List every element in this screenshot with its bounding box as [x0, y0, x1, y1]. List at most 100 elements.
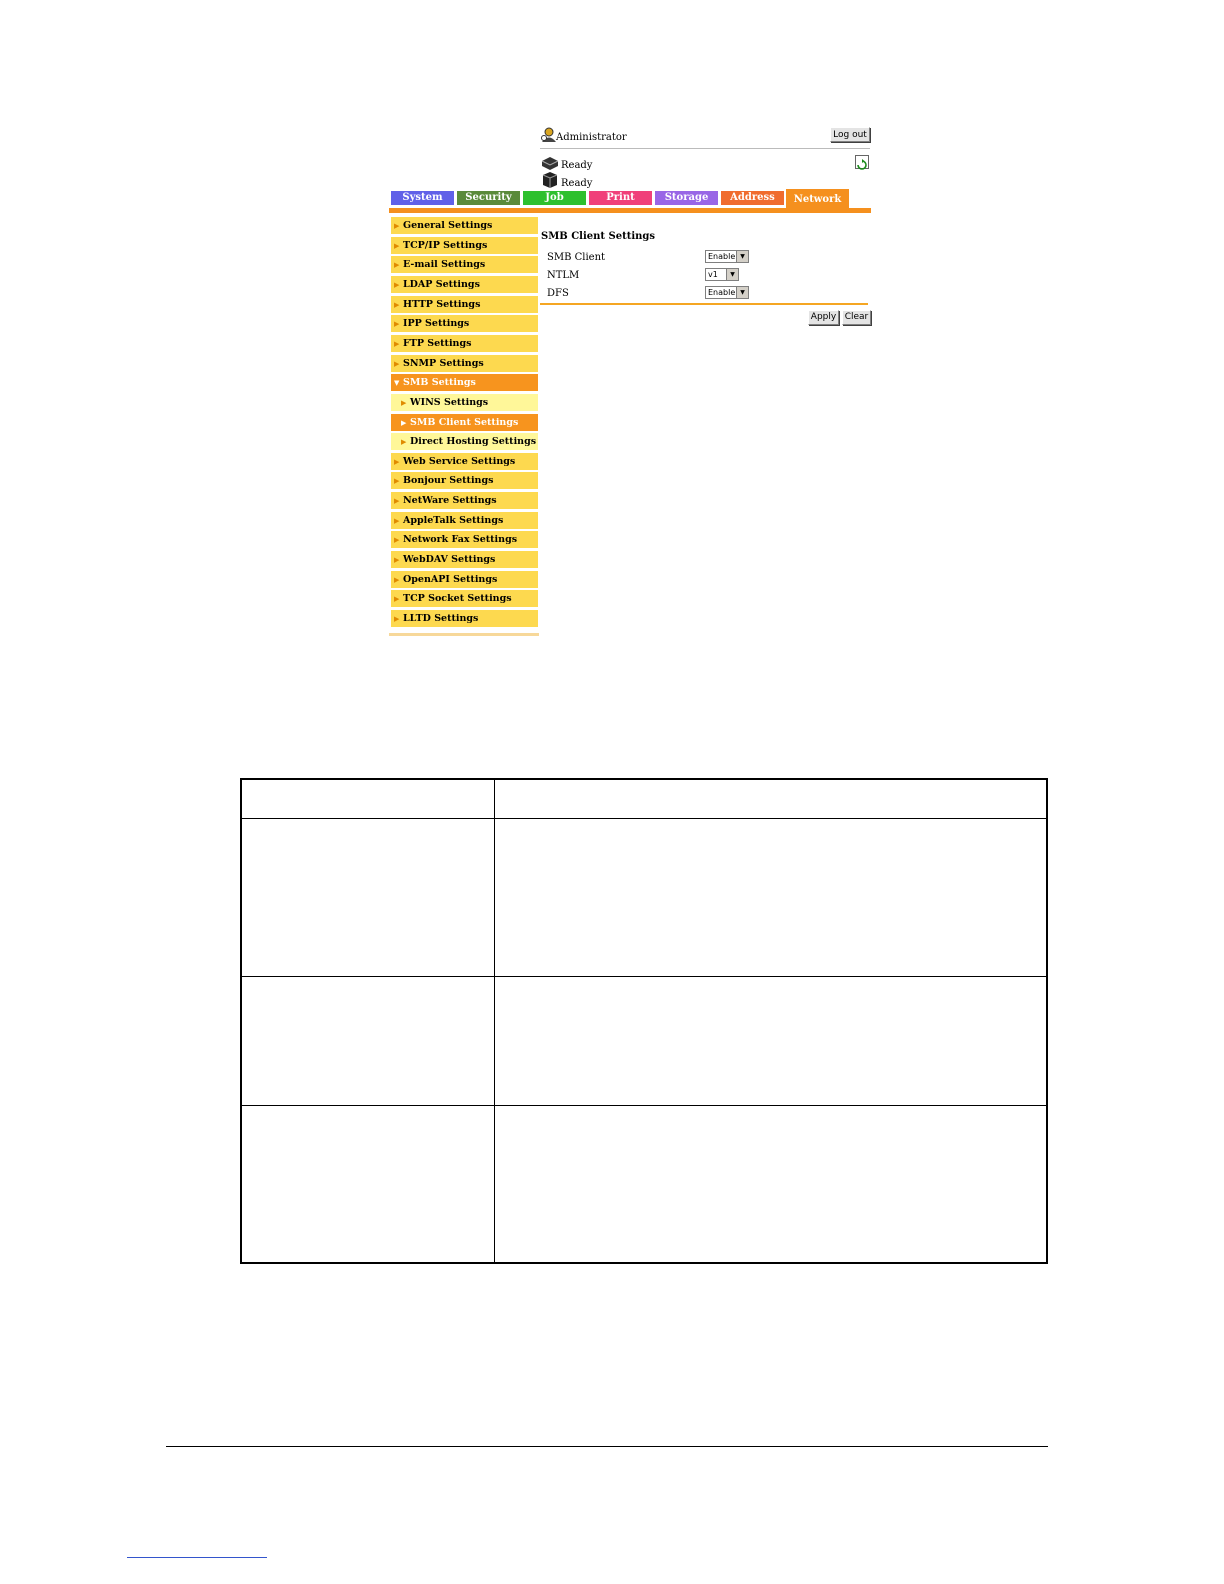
footer-link-underline	[127, 1557, 267, 1558]
tab-storage[interactable]: Storage	[655, 191, 718, 205]
sidebar-item-general-settings[interactable]: ▶ General Settings	[391, 217, 538, 234]
triangle-right-icon: ▶	[394, 594, 400, 603]
sidebar-item-label: General Settings	[403, 220, 493, 231]
triangle-right-icon: ▶	[394, 359, 400, 368]
sidebar-item-label: TCP/IP Settings	[403, 240, 488, 251]
header-divider	[540, 148, 870, 149]
sidebar-item-label: IPP Settings	[403, 318, 470, 329]
triangle-right-icon: ▶	[394, 535, 400, 544]
sidebar-item-label: LDAP Settings	[403, 279, 480, 290]
sidebar-item-label: Bonjour Settings	[403, 475, 494, 486]
triangle-right-icon: ▶	[394, 339, 400, 348]
sidebar-item-web-service-settings[interactable]: ▶ Web Service Settings	[391, 453, 538, 470]
sidebar-item-ldap-settings[interactable]: ▶ LDAP Settings	[391, 276, 538, 293]
sidebar-item-label: LLTD Settings	[403, 613, 479, 624]
sidebar-item-label: WebDAV Settings	[403, 554, 496, 565]
sidebar-item-snmp-settings[interactable]: ▶ SNMP Settings	[391, 355, 538, 372]
sidebar-item-wins-settings[interactable]: ▶ WINS Settings	[391, 394, 538, 411]
sidebar-item-label: SMB Client Settings	[410, 417, 519, 428]
sidebar-item-label: HTTP Settings	[403, 299, 481, 310]
triangle-right-icon: ▶	[394, 476, 400, 485]
refresh-icon[interactable]	[855, 155, 869, 170]
sidebar-item-e-mail-settings[interactable]: ▶ E-mail Settings	[391, 256, 538, 273]
sidebar-item-label: AppleTalk Settings	[403, 515, 504, 526]
triangle-right-icon: ▶	[394, 300, 400, 309]
tab-address[interactable]: Address	[721, 191, 784, 205]
triangle-right-icon: ▶	[394, 555, 400, 564]
triangle-right-icon: ▶	[394, 496, 400, 505]
tab-print[interactable]: Print	[589, 191, 652, 205]
smb-client-label: SMB Client	[547, 252, 606, 263]
tab-security[interactable]: Security	[457, 191, 520, 205]
dfs-select[interactable]: Enable ▼	[705, 286, 749, 299]
scanner-status: Ready	[561, 178, 593, 189]
sidebar-item-tcp-socket-settings[interactable]: ▶ TCP Socket Settings	[391, 590, 538, 607]
chevron-down-icon: ▼	[736, 287, 748, 298]
sidebar-item-http-settings[interactable]: ▶ HTTP Settings	[391, 296, 538, 313]
triangle-right-icon: ▶	[394, 241, 400, 250]
administrator-label: Administrator	[556, 132, 627, 143]
chevron-down-icon: ▼	[726, 269, 738, 280]
table-column-divider	[494, 779, 495, 1263]
sidebar-item-label: FTP Settings	[403, 338, 472, 349]
table-row-divider	[241, 976, 1047, 977]
triangle-right-icon: ▶	[394, 280, 400, 289]
printer-icon	[540, 155, 560, 171]
clear-button[interactable]: Clear	[842, 310, 871, 325]
tab-network[interactable]: Network	[786, 189, 849, 208]
sidebar-item-netware-settings[interactable]: ▶ NetWare Settings	[391, 492, 538, 509]
sidebar-item-tcp-ip-settings[interactable]: ▶ TCP/IP Settings	[391, 237, 538, 254]
sidebar-item-webdav-settings[interactable]: ▶ WebDAV Settings	[391, 551, 538, 568]
logout-button[interactable]: Log out	[830, 127, 870, 142]
triangle-right-icon: ▶	[394, 221, 400, 230]
sidebar-item-appletalk-settings[interactable]: ▶ AppleTalk Settings	[391, 512, 538, 529]
triangle-right-icon: ▶	[394, 516, 400, 525]
sidebar-item-label: NetWare Settings	[403, 495, 497, 506]
content-divider	[540, 303, 868, 305]
sidebar-item-label: Network Fax Settings	[403, 534, 518, 545]
tab-system[interactable]: System	[391, 191, 454, 205]
triangle-right-icon: ▶	[394, 457, 400, 466]
sidebar-item-lltd-settings[interactable]: ▶ LLTD Settings	[391, 610, 538, 627]
tab-job[interactable]: Job	[523, 191, 586, 205]
apply-button[interactable]: Apply	[808, 310, 839, 325]
ntlm-select[interactable]: v1 ▼	[705, 268, 739, 281]
description-table	[240, 778, 1048, 1264]
sidebar-item-network-fax-settings[interactable]: ▶ Network Fax Settings	[391, 531, 538, 548]
triangle-right-icon: ▶	[394, 260, 400, 269]
sidebar-item-openapi-settings[interactable]: ▶ OpenAPI Settings	[391, 571, 538, 588]
sidebar-item-smb-client-settings[interactable]: ▶ SMB Client Settings	[391, 414, 538, 431]
triangle-right-icon: ▶	[401, 437, 407, 446]
sidebar-item-direct-hosting-settings[interactable]: ▶ Direct Hosting Settings	[391, 433, 538, 450]
sidebar-item-ipp-settings[interactable]: ▶ IPP Settings	[391, 315, 538, 332]
sidebar-item-label: Direct Hosting Settings	[410, 436, 537, 447]
sidebar-item-ftp-settings[interactable]: ▶ FTP Settings	[391, 335, 538, 352]
sidebar-item-smb-settings[interactable]: ▼ SMB Settings	[391, 374, 538, 391]
dfs-label: DFS	[547, 288, 569, 299]
tab-underline	[389, 208, 871, 213]
table-header-divider	[241, 818, 1047, 819]
sidebar-item-label: SMB Settings	[403, 377, 476, 388]
triangle-right-icon: ▶	[394, 575, 400, 584]
sidebar-item-label: SNMP Settings	[403, 358, 484, 369]
smb-client-select[interactable]: Enable ▼	[705, 250, 749, 263]
sidebar-item-label: WINS Settings	[410, 397, 489, 408]
sidebar-item-bonjour-settings[interactable]: ▶ Bonjour Settings	[391, 472, 538, 489]
triangle-down-icon: ▼	[394, 378, 400, 387]
chevron-down-icon: ▼	[736, 251, 748, 262]
scanner-icon	[540, 171, 560, 188]
sidebar-item-label: TCP Socket Settings	[403, 593, 512, 604]
sidebar-footer	[389, 633, 539, 636]
triangle-right-icon: ▶	[394, 319, 400, 328]
footer-rule	[166, 1446, 1048, 1447]
table-row-divider	[241, 1105, 1047, 1106]
printer-status: Ready	[561, 160, 593, 171]
sidebar-item-label: OpenAPI Settings	[403, 574, 498, 585]
ntlm-label: NTLM	[547, 270, 580, 281]
triangle-right-icon: ▶	[401, 418, 407, 427]
triangle-right-icon: ▶	[394, 614, 400, 623]
sidebar-item-label: E-mail Settings	[403, 259, 486, 270]
page-title: SMB Client Settings	[541, 231, 656, 242]
triangle-right-icon: ▶	[401, 398, 407, 407]
sidebar-item-label: Web Service Settings	[403, 456, 516, 467]
